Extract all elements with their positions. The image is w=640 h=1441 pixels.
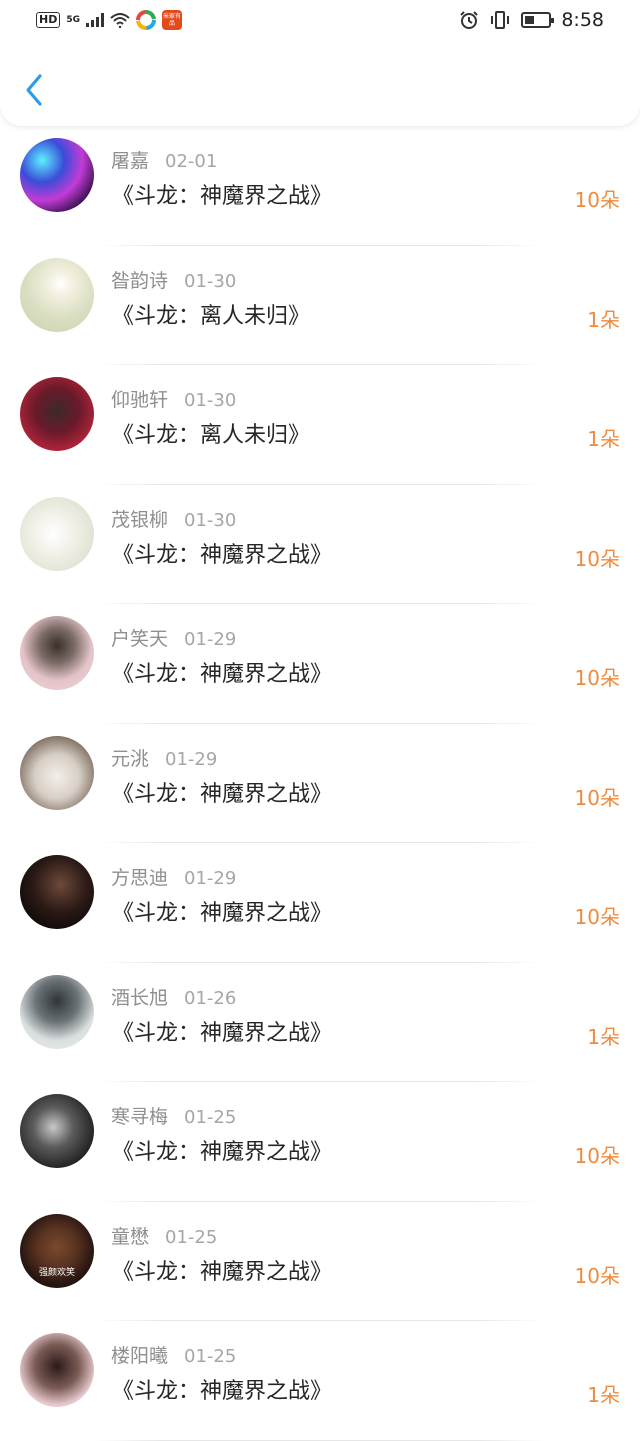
user-name[interactable]: 寒寻梅 (111, 1102, 168, 1129)
avatar[interactable]: 强颜欢笑 (20, 1213, 94, 1288)
user-name[interactable]: 方思迪 (111, 863, 168, 890)
gift-amount: 10朵 (574, 1263, 620, 1288)
list-item[interactable]: 茂银柳 01-30 《斗龙：神魔界之战》 10朵 (0, 485, 640, 604)
status-left-icons: HD 5G 米家有品 (36, 10, 182, 30)
item-meta: 寒寻梅 01-25 (111, 1102, 236, 1129)
avatar[interactable] (20, 1094, 94, 1168)
user-name[interactable]: 屠嘉 (111, 146, 149, 173)
avatar[interactable] (20, 974, 94, 1049)
list-item[interactable]: 屠嘉 02-01 《斗龙：神魔界之战》 10朵 (0, 126, 640, 246)
avatar[interactable] (20, 496, 94, 571)
avatar-caption: 强颜欢笑 (38, 1267, 75, 1278)
user-name[interactable]: 昝韵诗 (111, 266, 168, 293)
wifi-icon (110, 13, 130, 28)
gift-amount: 10朵 (574, 188, 620, 212)
header-bar (0, 44, 640, 126)
gift-amount: 1朵 (587, 427, 620, 451)
item-meta: 童懋 01-25 (111, 1222, 217, 1249)
list-item[interactable]: 方思迪 01-29 《斗龙：神魔界之战》 10朵 (0, 843, 640, 963)
item-meta: 户笑天 01-29 (111, 624, 236, 651)
avatar[interactable] (20, 138, 94, 212)
app-badge-text: 米家有品 (163, 13, 182, 27)
status-right-icons: 8:58 (459, 9, 604, 31)
gift-date: 01-26 (184, 987, 237, 1009)
user-name[interactable]: 仰驰轩 (111, 385, 168, 412)
book-title: 《斗龙：神魔界之战》 (112, 184, 333, 209)
user-name[interactable]: 户笑天 (111, 624, 168, 651)
gift-date: 01-29 (184, 868, 237, 889)
item-meta: 方思迪 01-29 (111, 863, 236, 890)
user-name[interactable]: 元洮 (111, 744, 149, 771)
user-name[interactable]: 楼阳曦 (111, 1341, 168, 1368)
item-meta: 昝韵诗 01-30 (111, 266, 236, 293)
gift-date: 01-30 (184, 270, 237, 292)
gift-date: 01-29 (184, 629, 237, 650)
status-bar: HD 5G 米家有品 8:58 (0, 0, 640, 44)
book-title: 《斗龙：离人未归》 (112, 423, 311, 448)
hd-indicator: HD (36, 12, 61, 28)
book-title: 《斗龙：神魔界之战》 (112, 781, 333, 807)
list-item[interactable]: 户笑天 01-29 《斗龙：神魔界之战》 10朵 (0, 604, 640, 724)
chevron-left-icon (26, 74, 42, 106)
gift-amount: 1朵 (587, 307, 620, 332)
item-meta: 茂银柳 01-30 (111, 505, 236, 532)
gift-date: 01-25 (165, 1226, 218, 1248)
book-title: 《斗龙：神魔界之战》 (112, 662, 333, 687)
gift-amount: 1朵 (587, 1383, 620, 1407)
gift-list: 屠嘉 02-01 《斗龙：神魔界之战》 10朵 昝韵诗 01-30 《斗龙：离人… (0, 126, 640, 1441)
network-type: 5G (66, 15, 80, 25)
item-meta: 元洮 01-29 (111, 744, 217, 771)
avatar[interactable] (20, 377, 94, 451)
avatar[interactable] (20, 616, 94, 690)
item-meta: 酒长旭 01-26 (111, 983, 236, 1010)
avatar[interactable] (20, 1333, 94, 1407)
avatar[interactable] (20, 735, 94, 810)
gift-amount: 10朵 (574, 546, 620, 571)
battery-icon (521, 12, 555, 28)
list-item[interactable]: 楼阳曦 01-25 《斗龙：神魔界之战》 1朵 (0, 1321, 640, 1441)
list-item[interactable]: 元洮 01-29 《斗龙：神魔界之战》 10朵 (0, 724, 640, 843)
avatar[interactable] (20, 257, 94, 332)
row-divider (96, 1439, 544, 1441)
gift-date: 01-30 (184, 390, 237, 411)
book-title: 《斗龙：神魔界之战》 (112, 1259, 333, 1285)
app-badge-icon: 米家有品 (162, 10, 182, 30)
clock: 8:58 (561, 9, 604, 31)
colorful-app-icon (136, 10, 156, 30)
item-meta: 楼阳曦 01-25 (111, 1341, 236, 1368)
gift-date: 01-29 (165, 748, 218, 770)
vibrate-icon (491, 11, 510, 29)
book-title: 《斗龙：离人未归》 (112, 303, 311, 329)
book-title: 《斗龙：神魔界之战》 (112, 542, 333, 568)
back-button[interactable] (18, 70, 52, 110)
gift-amount: 10朵 (574, 1144, 620, 1168)
list-item[interactable]: 酒长旭 01-26 《斗龙：神魔界之战》 1朵 (0, 963, 640, 1082)
avatar[interactable] (20, 855, 94, 929)
gift-date: 02-01 (165, 151, 218, 172)
gift-date: 01-30 (184, 509, 237, 531)
user-name[interactable]: 茂银柳 (111, 505, 168, 532)
book-title: 《斗龙：神魔界之战》 (112, 901, 333, 926)
item-meta: 仰驰轩 01-30 (111, 385, 236, 412)
book-title: 《斗龙：神魔界之战》 (112, 1020, 333, 1046)
list-item[interactable]: 强颜欢笑 童懋 01-25 《斗龙：神魔界之战》 10朵 (0, 1202, 640, 1321)
gift-amount: 10朵 (574, 785, 620, 810)
gift-date: 01-25 (184, 1346, 237, 1367)
book-title: 《斗龙：神魔界之战》 (112, 1140, 333, 1165)
gift-date: 01-25 (184, 1107, 237, 1128)
alarm-icon (460, 11, 479, 29)
item-meta: 屠嘉 02-01 (111, 146, 217, 173)
book-title: 《斗龙：神魔界之战》 (112, 1379, 333, 1404)
signal-icon (86, 13, 104, 27)
user-name[interactable]: 童懋 (111, 1222, 149, 1249)
list-item[interactable]: 仰驰轩 01-30 《斗龙：离人未归》 1朵 (0, 365, 640, 485)
gift-amount: 10朵 (574, 905, 620, 929)
gift-amount: 10朵 (574, 666, 620, 690)
gift-amount: 1朵 (587, 1024, 620, 1049)
list-item[interactable]: 昝韵诗 01-30 《斗龙：离人未归》 1朵 (0, 246, 640, 365)
list-item[interactable]: 寒寻梅 01-25 《斗龙：神魔界之战》 10朵 (0, 1082, 640, 1202)
user-name[interactable]: 酒长旭 (111, 983, 168, 1010)
